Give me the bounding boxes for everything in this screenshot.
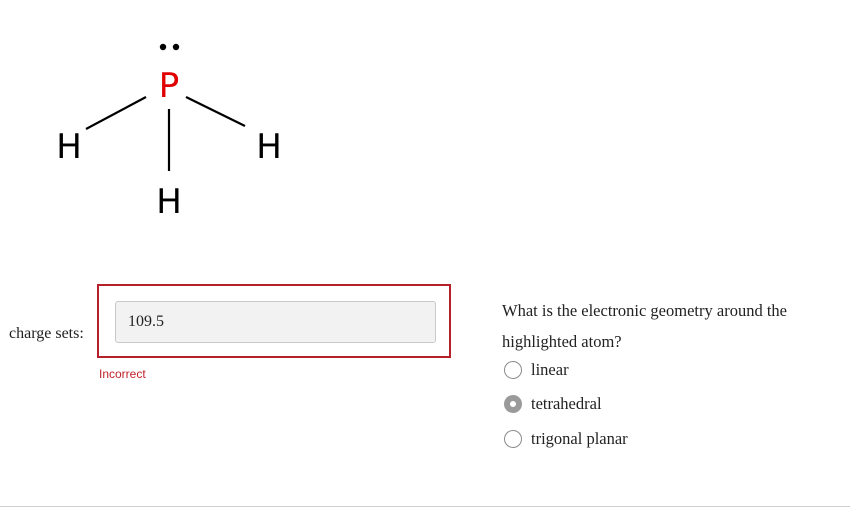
question-text: What is the electronic geometry around t… xyxy=(502,301,787,351)
central-atom: P xyxy=(159,66,180,106)
feedback-incorrect: Incorrect xyxy=(99,367,146,381)
option-linear[interactable]: linear xyxy=(504,360,569,380)
lewis-structure: P H H H xyxy=(56,43,282,222)
radio-trigonal-planar[interactable] xyxy=(504,430,522,448)
option-label: linear xyxy=(531,360,569,379)
bond-right xyxy=(185,96,246,127)
hydrogen-bottom: H xyxy=(156,182,182,222)
radio-tetrahedral[interactable] xyxy=(504,395,522,413)
option-tetrahedral[interactable]: tetrahedral xyxy=(504,394,602,414)
lone-pair-dot xyxy=(159,43,167,51)
hydrogen-left: H xyxy=(56,127,82,167)
divider xyxy=(0,506,850,507)
bond-left xyxy=(85,96,147,130)
option-label: trigonal planar xyxy=(531,429,628,448)
charge-sets-input[interactable] xyxy=(115,301,436,343)
radio-linear[interactable] xyxy=(504,361,522,379)
option-label: tetrahedral xyxy=(531,394,602,413)
lone-pair-dot xyxy=(172,43,180,51)
option-trigonal-planar[interactable]: trigonal planar xyxy=(504,429,628,449)
charge-sets-label: charge sets: xyxy=(9,325,84,342)
hydrogen-right: H xyxy=(256,127,282,167)
